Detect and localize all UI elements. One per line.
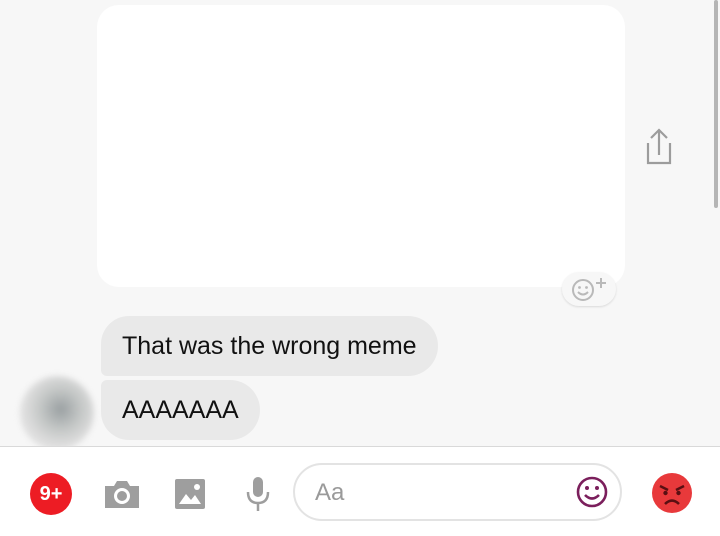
quick-reaction-button[interactable]	[650, 471, 694, 515]
message-input-container	[293, 463, 622, 521]
camera-icon	[105, 481, 139, 508]
emoji-icon	[576, 476, 608, 508]
scrollbar[interactable]	[714, 0, 718, 208]
camera-button[interactable]	[100, 472, 144, 516]
add-reaction-button[interactable]	[562, 272, 616, 306]
add-reaction-icon	[572, 278, 606, 301]
gallery-icon	[175, 479, 205, 509]
share-icon	[646, 128, 672, 165]
share-button[interactable]	[637, 124, 679, 170]
emoji-button[interactable]	[574, 474, 610, 510]
gallery-button[interactable]	[168, 472, 212, 516]
message-bubble[interactable]: That was the wrong meme	[101, 316, 438, 376]
message-thread: That was the wrong meme AAAAAAA	[0, 0, 720, 446]
microphone-icon	[246, 477, 270, 511]
angry-face-icon	[652, 473, 692, 513]
message-bubble[interactable]: AAAAAAA	[101, 380, 260, 440]
avatar[interactable]	[20, 376, 94, 446]
microphone-button[interactable]	[236, 472, 280, 516]
notification-badge[interactable]: 9+	[30, 473, 72, 515]
image-message[interactable]	[97, 5, 625, 287]
message-input[interactable]	[313, 465, 557, 521]
